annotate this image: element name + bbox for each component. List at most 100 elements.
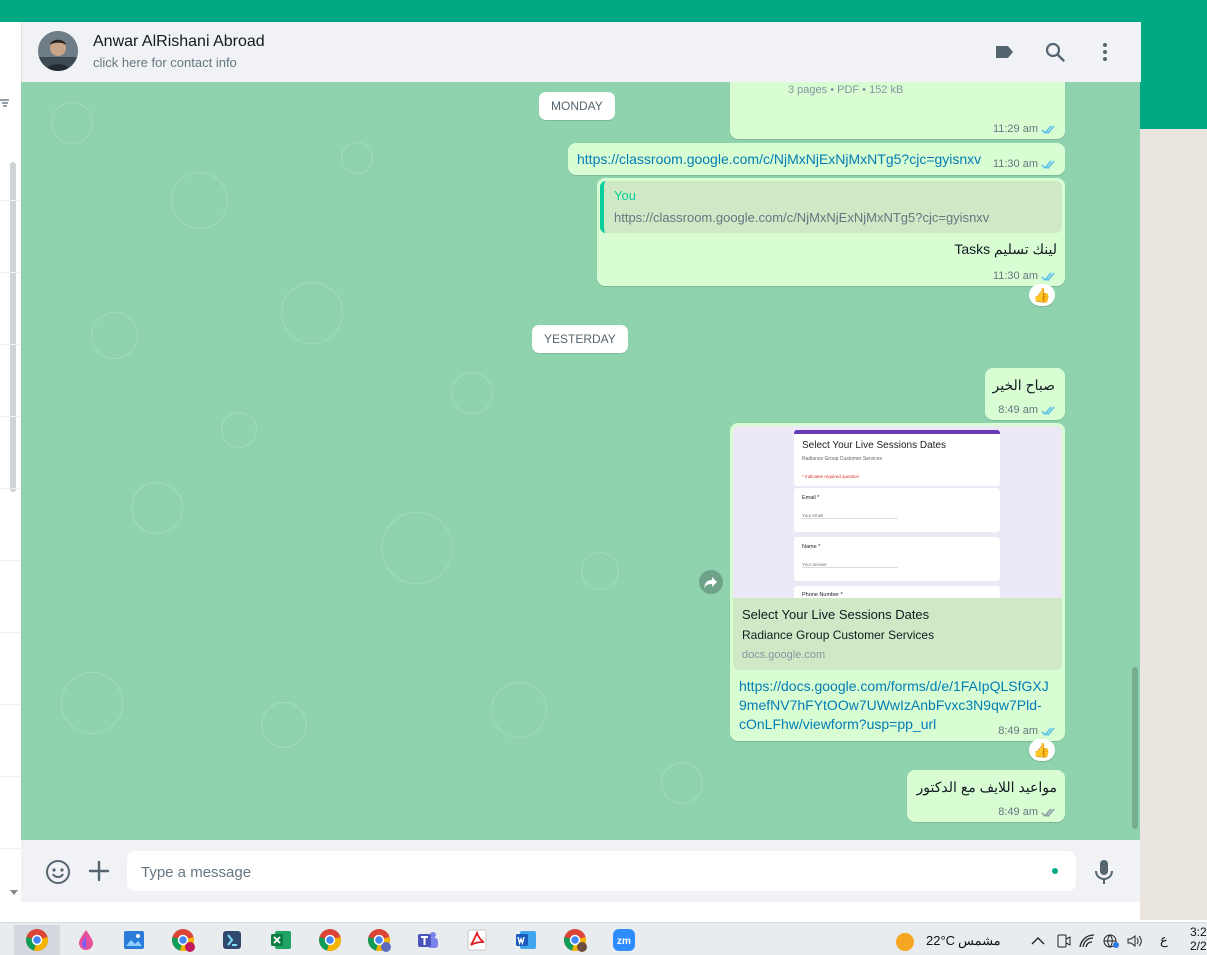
meet-now-icon[interactable] (1055, 933, 1071, 949)
message-text: مواعيد اللايف مع الدكتور (916, 779, 1057, 795)
avatar-photo-icon (38, 31, 78, 71)
paint-drop-icon[interactable] (74, 928, 98, 952)
message-link-url[interactable]: https://docs.google.com/forms/d/e/1FAIpQ… (739, 677, 1049, 696)
word-icon[interactable] (514, 928, 538, 952)
photos-icon[interactable] (122, 928, 146, 952)
system-clock[interactable]: 3:2 2/2 (1190, 925, 1207, 953)
message-text-bubble[interactable]: مواعيد اللايف مع الدكتور 8:49 am (907, 770, 1065, 822)
message-text-bubble[interactable]: صباح الخير 8:49 am (985, 368, 1065, 420)
chat-list-scrollbar[interactable] (10, 162, 16, 492)
chat-scrollbar[interactable] (1132, 667, 1138, 829)
weather-condition[interactable]: مشمس (958, 933, 1001, 949)
app-background-strip (0, 0, 1207, 22)
dev-tool-icon[interactable] (220, 928, 244, 952)
reaction-badge[interactable]: 👍 (1029, 284, 1055, 306)
zoom-icon[interactable]: zm (612, 928, 636, 952)
message-input-box[interactable] (127, 851, 1076, 893)
form-title: Select Your Live Sessions Dates (802, 440, 946, 451)
menu-icon[interactable] (1093, 40, 1117, 64)
wallpaper-doodle (221, 412, 257, 448)
quoted-message[interactable]: You https://classroom.google.com/c/NjMxN… (600, 181, 1062, 233)
contact-info-hint[interactable]: click here for contact info (93, 55, 237, 70)
message-document[interactable]: 3 pages • PDF • 152 kB 11:29 am (730, 82, 1065, 139)
form-field-card: Phone Number * (794, 586, 1000, 598)
form-field-label: Name * (802, 544, 821, 550)
wallpaper-doodle (491, 682, 547, 738)
teams-icon[interactable] (416, 928, 440, 952)
divider (0, 560, 21, 561)
wifi-icon[interactable] (1079, 933, 1097, 949)
chrome-icon[interactable] (25, 928, 49, 952)
emoji-icon[interactable] (45, 859, 71, 885)
message-meta: 11:29 am (993, 123, 1057, 135)
weather-sun-icon[interactable] (895, 932, 915, 952)
wallpaper-doodle (131, 482, 183, 534)
wallpaper-doodle (261, 702, 307, 748)
read-ticks-icon (1041, 272, 1055, 281)
wallpaper-doodle (451, 372, 493, 414)
message-text: صباح الخير (992, 377, 1055, 393)
message-meta: 11:30 am (993, 270, 1057, 282)
label-icon[interactable] (993, 40, 1017, 64)
wallpaper-doodle (91, 312, 138, 359)
excel-icon[interactable] (269, 928, 293, 952)
contact-name[interactable]: Anwar AlRishani Abroad (93, 33, 265, 51)
weather-temp[interactable]: 22°C (926, 933, 955, 948)
divider (0, 704, 21, 705)
chrome-icon[interactable] (318, 928, 342, 952)
composer-bar (21, 840, 1140, 902)
chat-conversation[interactable]: 3 pages • PDF • 152 kB 11:29 am MONDAY h… (21, 82, 1140, 840)
volume-icon[interactable] (1126, 933, 1142, 949)
read-ticks-icon (1041, 406, 1055, 415)
form-field-card: Name * Your answer (794, 537, 1000, 581)
date-separator: MONDAY (539, 92, 615, 120)
message-input[interactable] (139, 851, 1043, 893)
link-preview-details[interactable]: Select Your Live Sessions Dates Radiance… (733, 598, 1062, 670)
divider (0, 776, 21, 777)
message-reply[interactable]: You https://classroom.google.com/c/NjMxN… (597, 178, 1065, 286)
windows-taskbar: zm 22°C مشمس ع 3:2 2/2 (0, 922, 1207, 955)
wallpaper-doodle (171, 172, 228, 229)
chrome-profile-icon[interactable] (171, 928, 195, 952)
reaction-badge[interactable]: 👍 (1029, 739, 1055, 761)
form-header-card: Select Your Live Sessions Dates Radiance… (794, 430, 1000, 486)
quote-author: You (614, 188, 636, 203)
chat-header[interactable]: Anwar AlRishani Abroad click here for co… (21, 22, 1141, 82)
form-field-placeholder: Your email (802, 513, 898, 519)
wallpaper-doodle (661, 762, 703, 804)
message-time: 8:49 am (998, 806, 1038, 818)
message-link-url[interactable]: 9mefNV7hFYtOOw7UWwIzAnbFvxc3N9qw7Pld- (739, 696, 1049, 715)
message-time: 11:30 am (992, 270, 1038, 282)
link-preview-image[interactable]: Select Your Live Sessions Dates Radiance… (733, 426, 1062, 598)
attach-plus-icon[interactable] (88, 860, 110, 882)
preview-title: Select Your Live Sessions Dates (742, 607, 930, 622)
chrome-profile-icon[interactable] (367, 928, 391, 952)
search-icon[interactable] (1043, 40, 1067, 64)
divider (0, 200, 21, 201)
message-meta: 8:49 am (998, 404, 1057, 416)
chevron-up-icon[interactable] (1031, 936, 1045, 945)
avatar[interactable] (38, 31, 78, 71)
date-separator: YESTERDAY (532, 325, 628, 353)
network-globe-icon[interactable] (1102, 933, 1120, 949)
forward-icon[interactable] (699, 570, 723, 594)
quote-text: https://classroom.google.com/c/NjMxNjExN… (614, 210, 990, 225)
message-time: 8:49 am (998, 404, 1038, 416)
message-link-preview[interactable]: Select Your Live Sessions Dates Radiance… (730, 423, 1065, 741)
app-background-strip-right (1140, 22, 1207, 129)
message-link-url[interactable]: https://classroom.google.com/c/NjMxNjExN… (577, 151, 981, 167)
chrome-profile-icon[interactable] (563, 928, 587, 952)
scroll-down-icon[interactable] (10, 890, 18, 896)
preview-domain: docs.google.com (742, 649, 826, 661)
status-dot (1052, 868, 1058, 874)
message-link[interactable]: https://classroom.google.com/c/NjMxNjExN… (568, 143, 1065, 175)
form-field-placeholder: Your answer (802, 562, 898, 568)
filter-icon[interactable] (0, 98, 10, 108)
message-text: لينك تسليم Tasks (954, 241, 1057, 257)
input-language[interactable]: ع (1160, 932, 1168, 948)
message-meta: 11:30 am (993, 158, 1057, 170)
microphone-icon[interactable] (1094, 859, 1114, 885)
acrobat-icon[interactable] (465, 928, 489, 952)
message-meta: 8:49 am (998, 725, 1057, 737)
wallpaper-doodle (61, 672, 123, 734)
